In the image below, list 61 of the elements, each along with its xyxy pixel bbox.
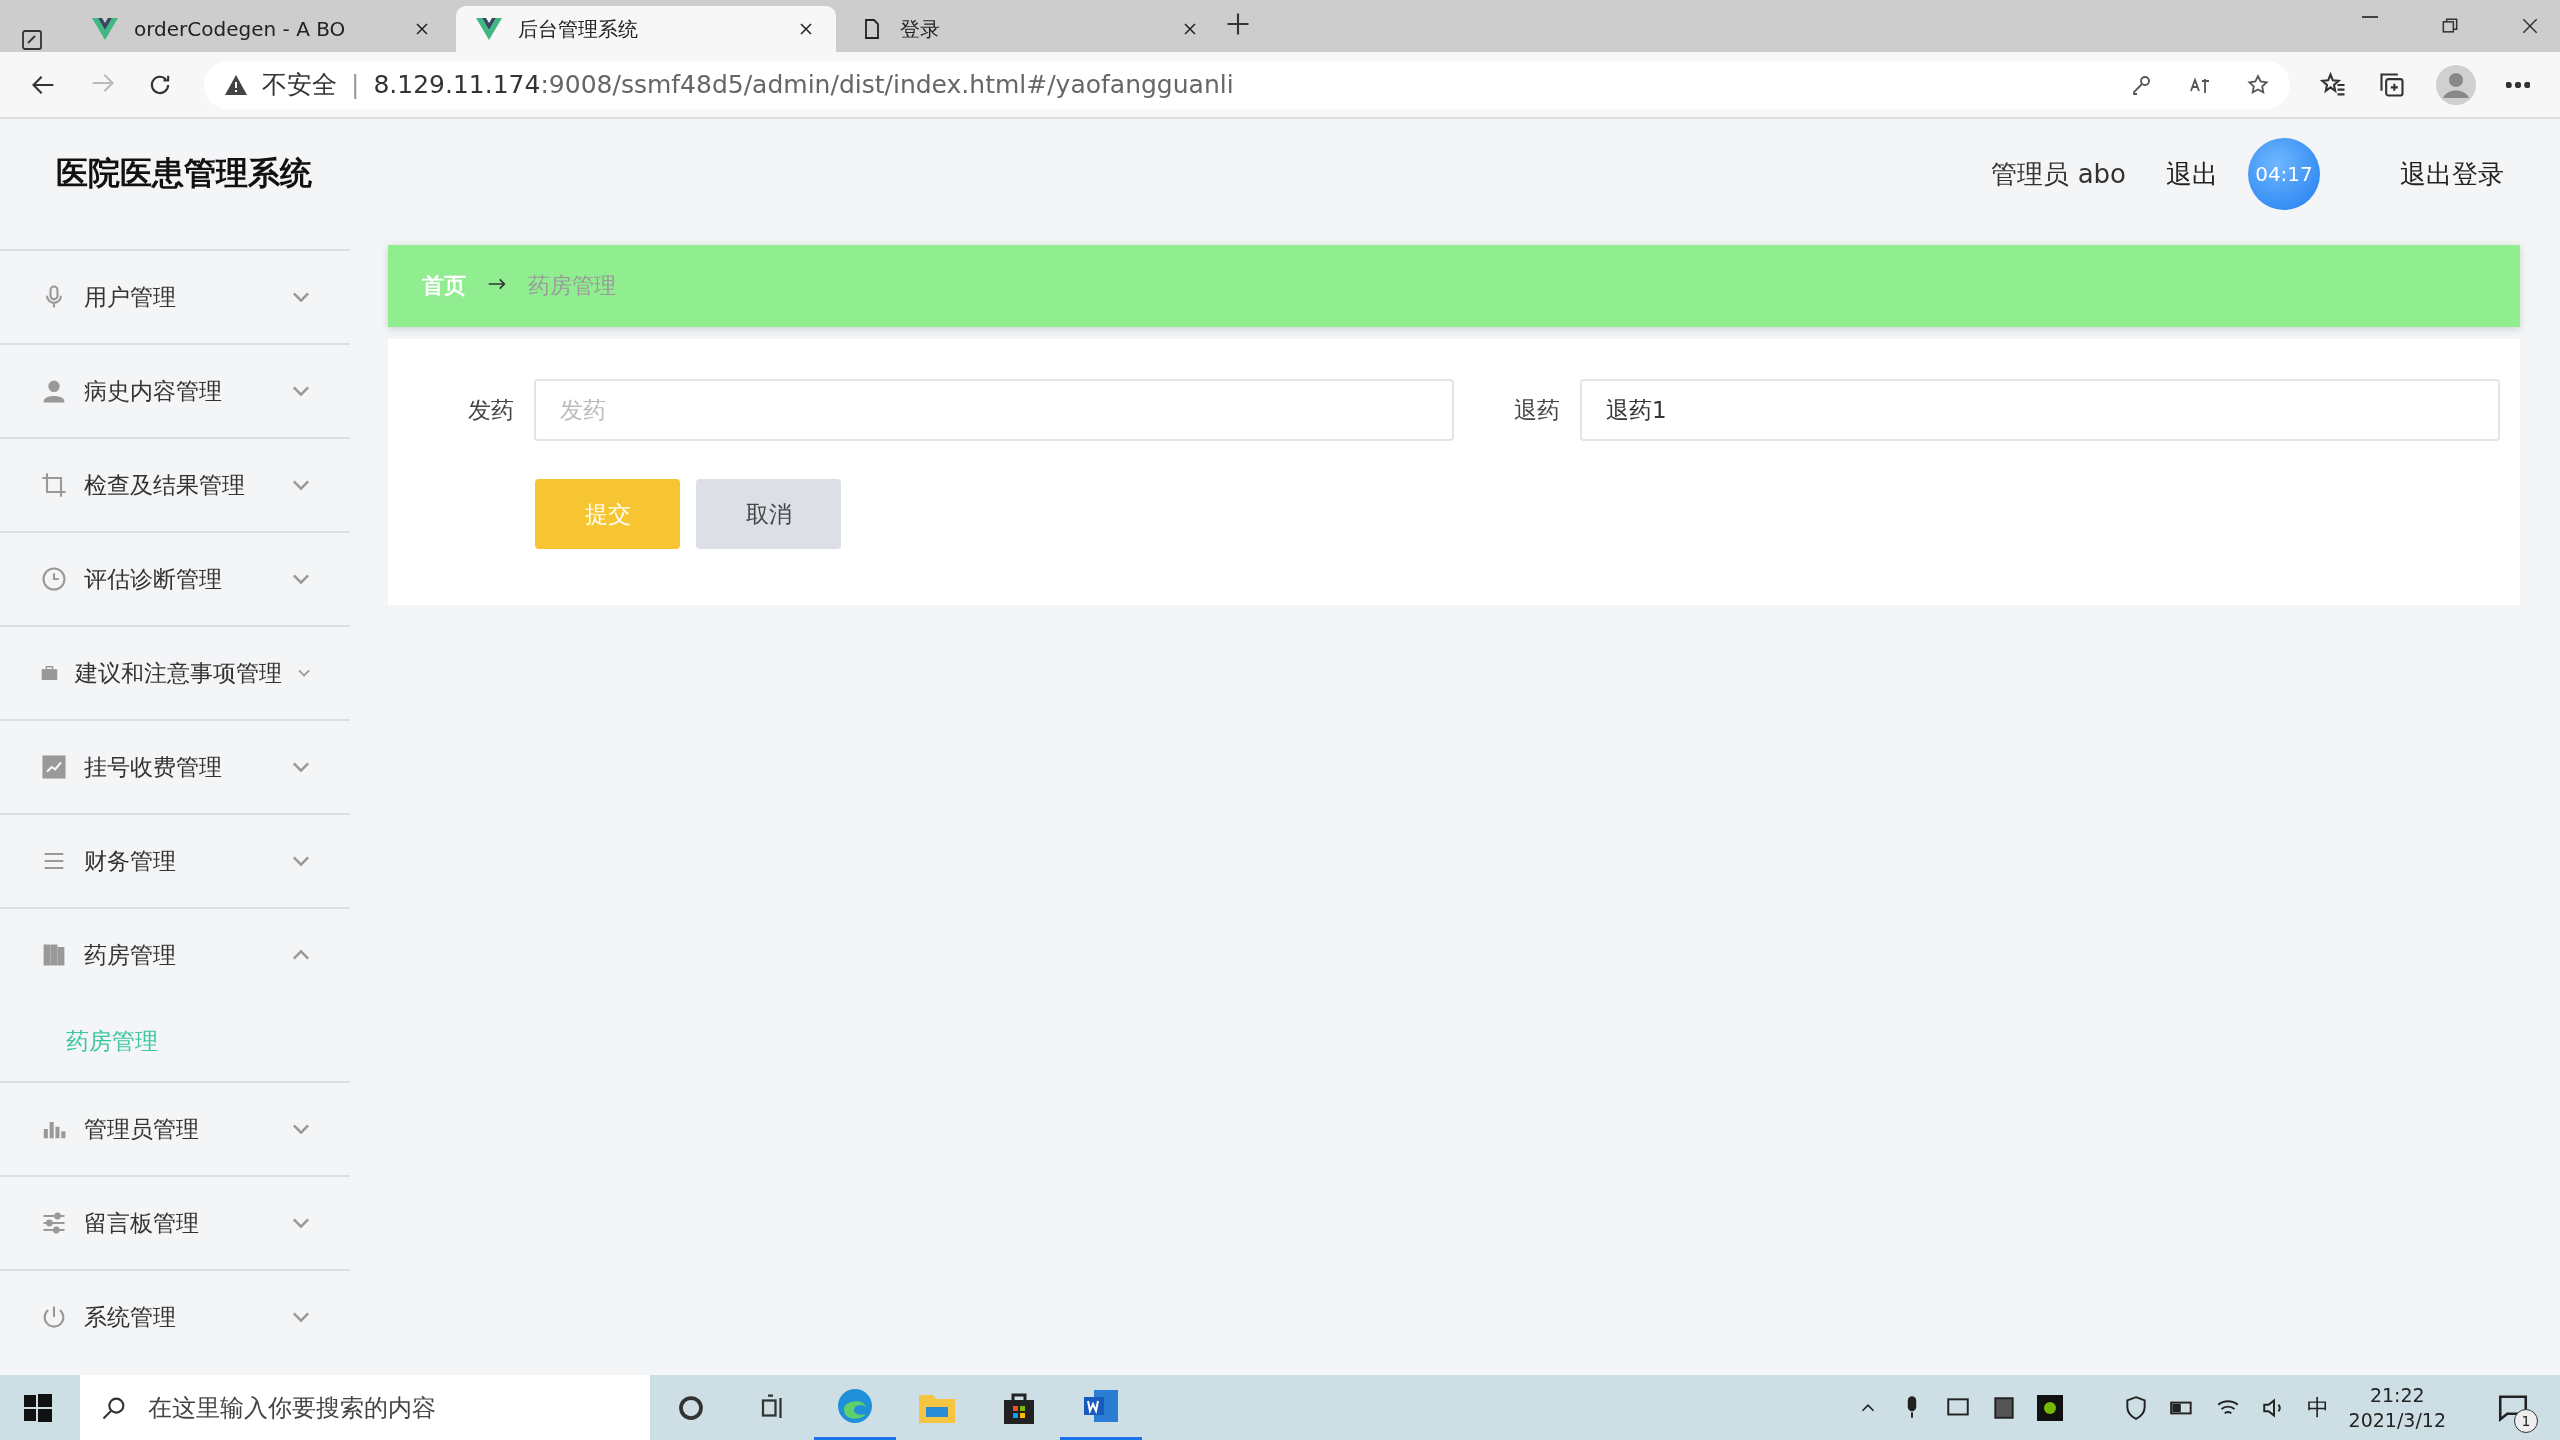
- taskbar-clock[interactable]: 21:22 2021/3/12: [2348, 1382, 2446, 1433]
- tab-actions-icon: [20, 28, 44, 52]
- separator: |: [351, 70, 360, 99]
- chevron-down-icon: [292, 856, 310, 866]
- profile-avatar-icon[interactable]: [2436, 64, 2476, 105]
- user-name: 管理员 abo: [1991, 157, 2126, 191]
- logout-link[interactable]: 退出登录: [2400, 156, 2504, 192]
- breadcrumb-current: 药房管理: [528, 272, 616, 300]
- more-icon: [2506, 81, 2530, 88]
- restore-icon: [2440, 16, 2460, 36]
- chevron-down-icon: [297, 668, 310, 678]
- app-title: 医院医患管理系统: [56, 153, 312, 194]
- chevron-up-icon: [292, 950, 310, 960]
- sidebar-menu-item[interactable]: 用户管理: [0, 249, 350, 343]
- recording-timer: 04:17: [2248, 138, 2320, 210]
- star-add-icon: [2246, 72, 2270, 97]
- browser-tab[interactable]: orderCodegen - A BO: [72, 6, 452, 52]
- header-link[interactable]: 退出: [2166, 156, 2218, 192]
- chevron-down-icon: [292, 480, 310, 490]
- v-logo-icon: [92, 18, 118, 40]
- sidebar-menu-item[interactable]: 评估诊断管理: [0, 531, 350, 625]
- input-field[interactable]: 发药: [534, 379, 1454, 441]
- chevron-down-icon: [292, 292, 310, 302]
- address-bar[interactable]: 不安全 | 8.129.11.174:9008/ssmf48d5/admin/dist/index.html#/yaofangguanli: [204, 60, 2290, 109]
- sidebar-menu-item[interactable]: 检查及结果管理: [0, 437, 350, 531]
- input-method-indicator[interactable]: 中: [2306, 1392, 2329, 1423]
- sidebar-menu-item[interactable]: 留言板管理: [0, 1175, 350, 1269]
- browser-tab[interactable]: 后台管理系统: [456, 6, 836, 52]
- chevron-down-icon: [292, 1124, 310, 1134]
- chevron-down-icon: [292, 762, 310, 772]
- sidebar-menu-item[interactable]: 建议和注意事项管理: [0, 625, 350, 719]
- document-app-icon[interactable]: [1082, 1388, 1120, 1424]
- chevron-down-icon: [292, 1218, 310, 1228]
- sidebar-menu-item[interactable]: 管理员管理: [0, 1081, 350, 1175]
- collections-icon: [2378, 70, 2406, 99]
- sidebar-menu-item[interactable]: 财务管理: [0, 813, 350, 907]
- start-icon[interactable]: [24, 1393, 52, 1422]
- sidebar-menu-item[interactable]: 挂号收费管理: [0, 719, 350, 813]
- close-icon: [2520, 16, 2540, 36]
- app-tray-icon[interactable]: [2036, 1394, 2063, 1421]
- taskbar-search-field[interactable]: 在这里输入你要搜索的内容: [80, 1375, 650, 1440]
- v-logo-icon: [476, 18, 502, 40]
- clock-icon: [40, 565, 68, 593]
- cancel-button[interactable]: 取消: [696, 479, 841, 549]
- input-field[interactable]: 退药1: [1580, 379, 2500, 441]
- browser-tab[interactable]: 登录: [840, 6, 1220, 52]
- field-label: 退药: [1514, 395, 1560, 425]
- sidebar-menu-item[interactable]: 病史内容管理: [0, 343, 350, 437]
- chevron-down-icon: [292, 1312, 310, 1322]
- browser-icon[interactable]: [836, 1387, 874, 1425]
- chevron-down-icon: [292, 386, 310, 396]
- crop-icon: [40, 471, 68, 499]
- chevron-down-icon: [292, 574, 310, 584]
- field-label: 发药: [468, 395, 514, 425]
- security-label: 不安全: [262, 69, 337, 101]
- line-chart-icon: [40, 753, 68, 781]
- sidebar-menu-item[interactable]: 系统管理: [0, 1269, 350, 1363]
- minimize-icon: [2360, 16, 2380, 18]
- url-text: 8.129.11.174:9008/ssmf48d5/admin/dist/index.html#/yaofangguanli: [373, 70, 1234, 99]
- notification-count: 1: [2514, 1408, 2538, 1433]
- sidebar-menu-item[interactable]: 药房管理: [0, 907, 350, 1001]
